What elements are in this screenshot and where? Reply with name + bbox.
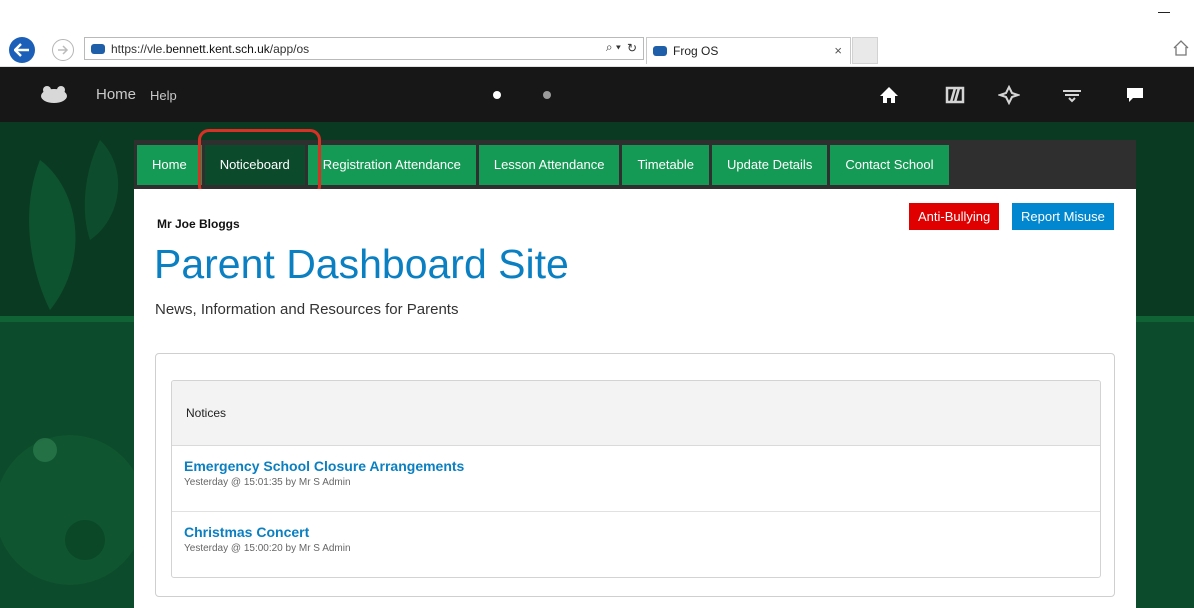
notice-meta: Yesterday @ 15:01:35 by Mr S Admin: [184, 477, 351, 488]
chat-icon[interactable]: [1124, 85, 1146, 105]
tab-title: Frog OS: [673, 44, 719, 58]
browser-home-icon[interactable]: [1172, 39, 1190, 57]
page-dot-active[interactable]: [493, 91, 501, 99]
nav-item-timetable[interactable]: Timetable: [622, 144, 710, 185]
search-dropdown-icon[interactable]: ⌕ ▾: [606, 40, 621, 55]
nav-item-contact-school[interactable]: Contact School: [830, 144, 949, 185]
page-title: Parent Dashboard Site: [154, 241, 569, 287]
browser-toolbar: https://vle.bennett.kent.sch.uk/app/os ⌕…: [0, 33, 1194, 67]
spinner-icon[interactable]: [998, 85, 1020, 105]
notices-panel: Notices Emergency School Closure Arrange…: [171, 380, 1101, 578]
list-item: Christmas Concert Yesterday @ 15:00:20 b…: [172, 512, 1100, 577]
user-name: Mr Joe Bloggs: [157, 217, 240, 231]
report-misuse-button[interactable]: Report Misuse: [1012, 203, 1114, 230]
keyboard-icon[interactable]: [1061, 85, 1083, 105]
apps-icon[interactable]: [944, 85, 966, 105]
topbar-help-link[interactable]: Help: [150, 88, 177, 103]
nav-item-update-details[interactable]: Update Details: [712, 144, 828, 185]
page-dot[interactable]: [543, 91, 551, 99]
frog-os-topbar: Home Help: [0, 67, 1194, 122]
annotation-highlight: [198, 129, 321, 197]
back-arrow-icon[interactable]: [9, 37, 35, 63]
forward-arrow-icon[interactable]: [52, 39, 74, 61]
main-content: Mr Joe Bloggs Anti-Bullying Report Misus…: [134, 189, 1136, 608]
notice-title-link[interactable]: Christmas Concert: [184, 524, 1100, 540]
page-subtitle: News, Information and Resources for Pare…: [155, 301, 459, 318]
nav-item-lesson-attendance[interactable]: Lesson Attendance: [478, 144, 620, 185]
nav-item-registration-attendance[interactable]: Registration Attendance: [307, 144, 476, 185]
tab-close-icon[interactable]: ×: [834, 43, 842, 58]
frog-favicon-icon: [653, 46, 667, 56]
topbar-home-link[interactable]: Home: [96, 86, 136, 103]
decorative-leaf-pattern: [0, 140, 140, 585]
notice-title-link[interactable]: Emergency School Closure Arrangements: [184, 458, 1100, 474]
url-text: https://vle.bennett.kent.sch.uk/app/os: [111, 41, 310, 56]
browser-tab[interactable]: Frog OS ×: [646, 37, 851, 64]
refresh-icon[interactable]: ↻: [627, 41, 637, 55]
address-bar[interactable]: https://vle.bennett.kent.sch.uk/app/os ⌕…: [84, 37, 644, 60]
nav-item-home[interactable]: Home: [137, 144, 202, 185]
frog-logo-icon[interactable]: [39, 85, 69, 103]
window-titlebar: [0, 0, 1194, 33]
notice-meta: Yesterday @ 15:00:20 by Mr S Admin: [184, 543, 351, 554]
notices-container: Notices Emergency School Closure Arrange…: [155, 353, 1115, 597]
new-tab-button[interactable]: [852, 37, 878, 64]
minimize-button[interactable]: [1158, 12, 1170, 13]
home-icon[interactable]: [878, 85, 900, 105]
anti-bullying-button[interactable]: Anti-Bullying: [909, 203, 1000, 230]
browser-window: https://vle.bennett.kent.sch.uk/app/os ⌕…: [0, 0, 1194, 608]
frog-favicon-icon: [91, 43, 105, 54]
list-item: Emergency School Closure Arrangements Ye…: [172, 446, 1100, 512]
notices-heading: Notices: [172, 381, 1100, 446]
